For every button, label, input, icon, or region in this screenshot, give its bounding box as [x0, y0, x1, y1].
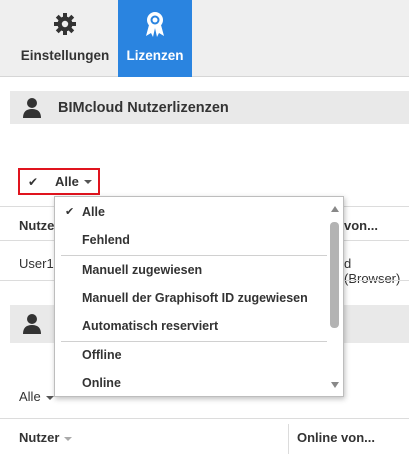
- tab-bar: Einstellungen Lizenzen: [0, 0, 409, 77]
- dropdown-item-label: Alle: [82, 205, 105, 219]
- dropdown-item-offline[interactable]: Offline: [55, 343, 327, 367]
- filter-dropdown-button-2[interactable]: Alle: [19, 389, 54, 404]
- user-icon: [23, 97, 41, 118]
- dropdown-separator: [61, 255, 327, 256]
- dropdown-item-label: Manuell der Graphisoft ID zugewiesen: [82, 291, 308, 305]
- scroll-up-arrow-icon[interactable]: [331, 206, 339, 212]
- dropdown-scrollbar[interactable]: [327, 197, 343, 396]
- dropdown-item-label: Automatisch reserviert: [82, 319, 219, 333]
- section-header-user-licenses: BIMcloud Nutzerlizenzen: [10, 91, 409, 124]
- scrollbar-thumb[interactable]: [330, 222, 339, 328]
- table-header-2: Nutzer Online von...: [0, 424, 409, 454]
- table-row-user-name: User1: [19, 256, 54, 271]
- filter-label: Alle: [19, 389, 41, 404]
- tab-settings[interactable]: Einstellungen: [12, 0, 118, 77]
- caret-down-icon: [45, 395, 54, 400]
- user-icon: [23, 314, 41, 334]
- scroll-down-arrow-icon[interactable]: [331, 382, 339, 388]
- dropdown-item-alle[interactable]: ✔ Alle: [55, 200, 327, 224]
- gear-icon: [51, 10, 79, 38]
- sort-caret-icon: [64, 436, 73, 441]
- dropdown-item-label: Fehlend: [82, 233, 130, 247]
- dropdown-separator: [61, 341, 327, 342]
- tab-licenses[interactable]: Lizenzen: [118, 0, 192, 77]
- tab-licenses-label: Lizenzen: [126, 48, 184, 63]
- dropdown-item-automatisch-reserviert[interactable]: Automatisch reserviert: [55, 314, 327, 338]
- filter-label: Alle: [55, 174, 79, 189]
- tab-settings-label: Einstellungen: [20, 48, 110, 63]
- column-header-label: Nutzer: [19, 430, 60, 445]
- dropdown-item-manuell-zugewiesen[interactable]: Manuell zugewiesen: [55, 258, 327, 282]
- filter-dropdown-menu: ✔ Alle Fehlend Manuell zugewiesen Manuel…: [54, 196, 344, 397]
- dropdown-item-online[interactable]: Online: [55, 371, 327, 395]
- filter-dropdown-button[interactable]: ✔ Alle: [18, 168, 100, 195]
- table-row-online: d (Browser): [344, 256, 401, 286]
- section-title: BIMcloud Nutzerlizenzen: [58, 99, 229, 116]
- dropdown-item-label: Manuell zugewiesen: [82, 263, 203, 277]
- checkmark-icon: ✔: [28, 174, 39, 189]
- dropdown-item-label: Offline: [82, 348, 122, 362]
- column-header-online[interactable]: Online von...: [297, 430, 375, 445]
- column-header-user[interactable]: Nutzer: [19, 430, 73, 445]
- award-ribbon-icon: [141, 10, 169, 38]
- divider: [0, 418, 409, 419]
- caret-down-icon: [83, 179, 92, 184]
- column-divider: [288, 424, 289, 454]
- dropdown-item-label: Online: [82, 376, 121, 390]
- dropdown-item-fehlend[interactable]: Fehlend: [55, 228, 327, 252]
- column-header-online[interactable]: von...: [344, 218, 378, 233]
- checkmark-icon: ✔: [65, 206, 75, 218]
- dropdown-item-graphisoft-id[interactable]: Manuell der Graphisoft ID zugewiesen: [55, 286, 327, 310]
